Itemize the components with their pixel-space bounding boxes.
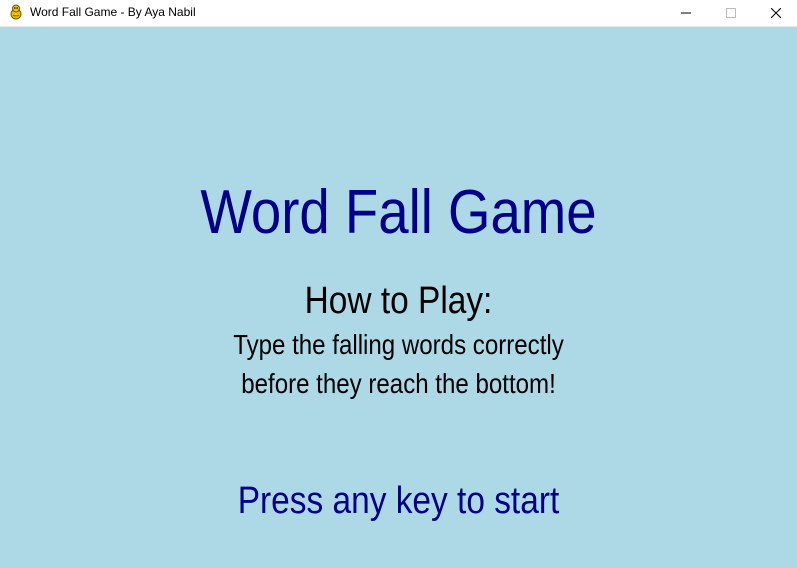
minimize-button[interactable] [663, 0, 709, 26]
maximize-icon [726, 8, 736, 18]
pygame-snake-icon [8, 4, 24, 20]
minimize-icon [681, 12, 691, 14]
game-window: Word Fall Game - By Aya Nabil Word Fall … [0, 0, 797, 568]
start-prompt: Press any key to start [237, 480, 560, 522]
instruction-line-2: before they reach the bottom! [241, 368, 556, 399]
how-to-play-heading: How to Play: [304, 280, 493, 322]
window-title: Word Fall Game - By Aya Nabil [30, 5, 196, 19]
close-icon [771, 8, 781, 18]
instruction-line-1: Type the falling words correctly [233, 329, 564, 360]
title-bar[interactable]: Word Fall Game - By Aya Nabil [0, 0, 797, 27]
maximize-button[interactable] [708, 0, 754, 26]
close-button[interactable] [753, 0, 797, 26]
game-canvas[interactable]: Word Fall Game How to Play: Type the fal… [0, 27, 797, 568]
game-title: Word Fall Game [200, 178, 597, 247]
